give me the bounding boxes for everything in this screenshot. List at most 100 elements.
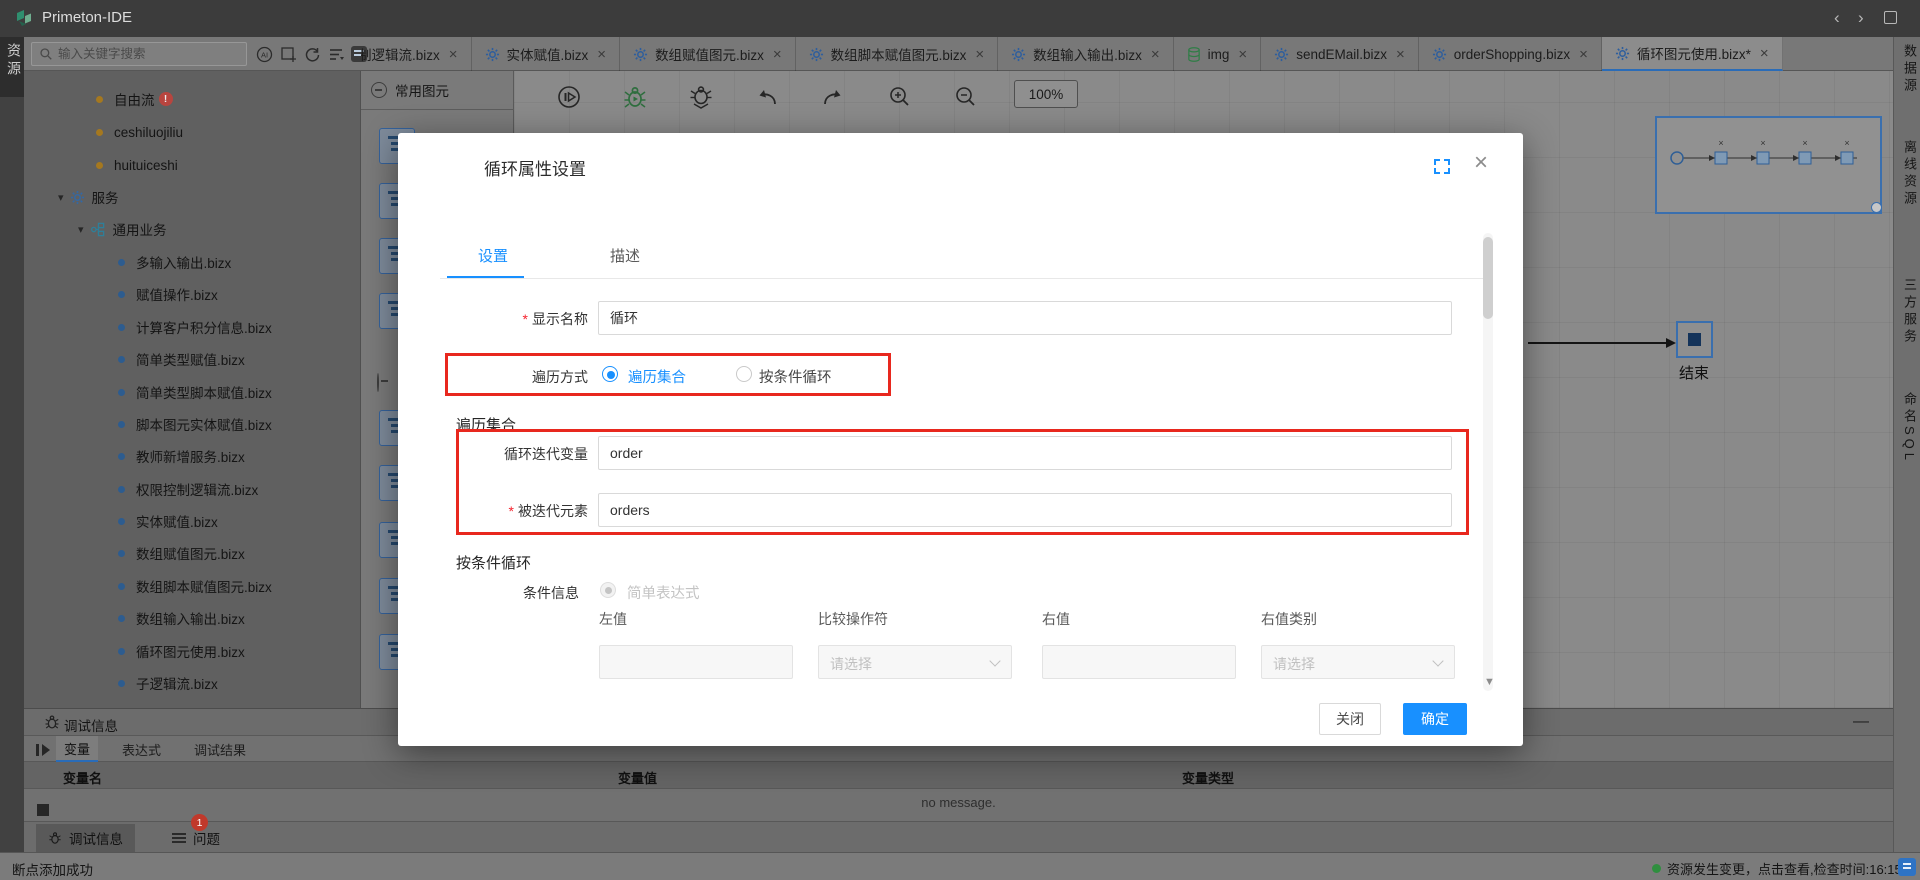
display-name-input[interactable] — [598, 301, 1452, 335]
tree-item[interactable]: 简单类型脚本赋值.bizx — [118, 381, 272, 403]
editor-tab[interactable]: 数组赋值图元.bizx× — [620, 37, 796, 71]
redo-icon[interactable] — [820, 84, 846, 110]
tab-close-icon[interactable]: × — [1238, 46, 1247, 63]
editor-tab[interactable]: 循环图元使用.bizx*× — [1602, 37, 1783, 71]
end-node-label: 结束 — [1679, 362, 1709, 383]
tree-item[interactable]: ceshiluojiliu — [96, 121, 183, 143]
tree-item[interactable]: 自由流! — [96, 88, 173, 110]
tree-item[interactable]: 数组脚本赋值图元.bizx — [118, 575, 272, 597]
tree-item[interactable]: 子逻辑流.bizx — [118, 672, 218, 694]
minimize-icon[interactable]: — — [1853, 713, 1869, 731]
flow-icon — [96, 162, 103, 169]
ai-icon[interactable]: AI — [256, 46, 273, 63]
flow-icon — [118, 259, 125, 266]
tree-item[interactable]: ▾通用业务 — [78, 218, 167, 240]
tree-item[interactable]: 实体赋值.bizx — [118, 510, 218, 532]
dock-item-2[interactable]: 离线资源 — [1900, 140, 1919, 208]
debug-bottom-tab-1[interactable]: 调试信息 — [36, 824, 135, 852]
notification-icon[interactable] — [1898, 858, 1916, 876]
editor-tab[interactable]: 制逻辑流.bizx× — [361, 37, 472, 71]
tab-close-icon[interactable]: × — [1151, 46, 1160, 63]
editor-tab[interactable]: img× — [1174, 37, 1262, 71]
tree-item[interactable]: 教师新增服务.bizx — [118, 445, 245, 467]
refresh-icon[interactable] — [304, 46, 321, 63]
minimap-resize-handle[interactable] — [1871, 202, 1882, 213]
loop-variable-input[interactable] — [598, 436, 1452, 470]
search-box[interactable] — [31, 42, 247, 66]
tree-item[interactable]: 循环图元使用.bizx — [118, 640, 245, 662]
tree-item[interactable]: 数组输入输出.bizx — [118, 607, 245, 629]
run-icon[interactable] — [556, 84, 582, 110]
radio-traverse-collection[interactable] — [602, 366, 618, 382]
collapse-icon[interactable] — [377, 373, 379, 392]
zoom-out-icon[interactable] — [952, 84, 978, 110]
dock-item-1[interactable]: 数据源 — [1900, 44, 1919, 95]
nav-back-icon[interactable]: ‹ — [1834, 8, 1840, 28]
radio-loop-by-condition[interactable] — [736, 366, 752, 382]
tree-item[interactable]: 多输入输出.bizx — [118, 251, 231, 273]
activity-item-label: 资源 — [4, 43, 24, 79]
tab-close-icon[interactable]: × — [1579, 46, 1588, 63]
dialog-scrollbar-thumb[interactable] — [1483, 237, 1493, 319]
scroll-down-icon[interactable]: ▼ — [1484, 676, 1495, 688]
tree-item[interactable]: 赋值操作.bizx — [118, 283, 218, 305]
dock-item-3[interactable]: 三方服务 — [1900, 278, 1919, 346]
tab-close-icon[interactable]: × — [449, 46, 458, 63]
activity-item-resources[interactable]: 资源 — [0, 37, 24, 97]
dialog-tab-settings[interactable]: 设置 — [478, 245, 508, 266]
tab-close-icon[interactable]: × — [975, 46, 984, 63]
tab-close-icon[interactable]: × — [1760, 45, 1769, 62]
debug-bottom-tab-label: 调试信息 — [69, 828, 123, 848]
tree-item[interactable]: 计算客户积分信息.bizx — [118, 316, 272, 338]
editor-tab[interactable]: orderShopping.bizx× — [1419, 37, 1602, 71]
debug-tab-调试结果[interactable]: 调试结果 — [186, 736, 254, 762]
search-input[interactable] — [58, 47, 228, 61]
expand-icon[interactable] — [1434, 159, 1450, 174]
status-bar: 断点添加成功 资源发生变更，点击查看,检查时间:16:15 — [0, 852, 1920, 880]
radio-label-traverse-collection[interactable]: 遍历集合 — [628, 366, 686, 387]
end-node[interactable] — [1676, 321, 1713, 358]
palette-section-label: 常用图元 — [395, 80, 449, 100]
radio-label-loop-by-condition[interactable]: 按条件循环 — [759, 366, 832, 387]
tree-item[interactable]: 脚本图元实体赋值.bizx — [118, 413, 272, 435]
editor-tab[interactable]: 数组输入输出.bizx× — [998, 37, 1174, 71]
undo-icon[interactable] — [754, 84, 780, 110]
sort-list-icon[interactable] — [328, 46, 345, 63]
dialog-tab-description[interactable]: 描述 — [610, 245, 640, 266]
tree-item[interactable]: huituiceshi — [96, 154, 178, 176]
tree-item-label: ceshiluojiliu — [114, 125, 183, 140]
nav-forward-icon[interactable]: › — [1858, 8, 1864, 28]
debug-run-icon[interactable] — [622, 84, 648, 110]
editor-tab-label: 数组脚本赋值图元.bizx — [831, 44, 967, 64]
debug-tab-表达式[interactable]: 表达式 — [114, 736, 169, 762]
collapse-icon[interactable] — [371, 82, 387, 98]
layout-toggle-icon[interactable] — [1884, 11, 1897, 24]
debug-tab-变量[interactable]: 变量 — [56, 736, 98, 762]
minimap[interactable]: × × × × — [1655, 116, 1882, 214]
cancel-button[interactable]: 关闭 — [1319, 703, 1381, 735]
palette-section-header[interactable]: 常用图元 — [361, 71, 514, 110]
tree-item[interactable]: 简单类型赋值.bizx — [118, 348, 245, 370]
ok-button[interactable]: 确定 — [1403, 703, 1467, 735]
tab-close-icon[interactable]: × — [773, 46, 782, 63]
flow-icon — [118, 486, 125, 493]
tree-item[interactable]: 权限控制逻辑流.bizx — [118, 478, 258, 500]
caret-down-icon[interactable]: ▾ — [78, 223, 84, 236]
editor-tab[interactable]: 实体赋值.bizx× — [472, 37, 621, 71]
dock-item-4[interactable]: 命名SQL — [1900, 392, 1919, 464]
deploy-debug-icon[interactable] — [688, 84, 714, 110]
zoom-level[interactable]: 100% — [1014, 80, 1078, 108]
resource-change-status[interactable]: 资源发生变更，点击查看,检查时间:16:15 — [1652, 859, 1902, 878]
editor-tab[interactable]: 数组脚本赋值图元.bizx × — [796, 37, 999, 71]
tree-item[interactable]: 数组赋值图元.bizx — [118, 542, 245, 564]
editor-tab[interactable]: sendEMail.bizx× — [1261, 37, 1419, 71]
tree-item[interactable]: ▾服务 — [58, 186, 119, 208]
tab-close-icon[interactable]: × — [1396, 46, 1405, 63]
select-placeholder: 请选择 — [1273, 654, 1315, 674]
close-icon[interactable]: × — [1474, 149, 1488, 177]
new-window-icon[interactable] — [280, 46, 297, 63]
tab-close-icon[interactable]: × — [597, 46, 606, 63]
zoom-in-icon[interactable] — [886, 84, 912, 110]
caret-down-icon[interactable]: ▾ — [58, 191, 64, 204]
iterated-element-input[interactable] — [598, 493, 1452, 527]
